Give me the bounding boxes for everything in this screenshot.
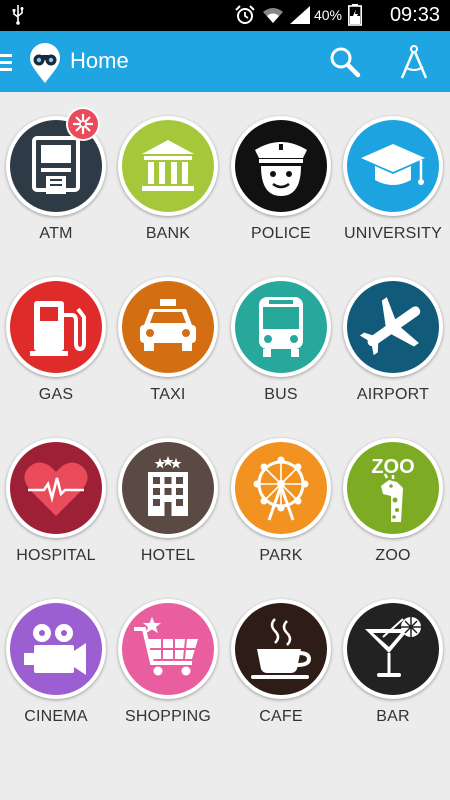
category-zoo[interactable]: ZOO ZOO — [337, 414, 449, 574]
category-label: HOTEL — [140, 547, 196, 564]
category-atm[interactable]: ATM — [0, 92, 112, 252]
category-taxi[interactable]: TAXI — [112, 253, 224, 413]
category-hospital[interactable]: HOSPITAL — [0, 414, 112, 574]
category-label: GAS — [38, 386, 74, 403]
gas-pump-icon — [30, 301, 86, 356]
category-label: ATM — [39, 225, 73, 242]
bus-icon — [259, 297, 303, 357]
ferris-wheel-icon — [253, 456, 309, 521]
category-label: BANK — [145, 225, 191, 242]
police-icon — [255, 142, 307, 196]
compass-icon[interactable] — [396, 43, 432, 81]
category-university[interactable]: UNIVERSITY — [337, 92, 449, 252]
battery-percent: 40% — [313, 7, 342, 23]
app-bar: Home — [0, 31, 450, 92]
category-label: HOSPITAL — [16, 547, 96, 564]
category-label: TAXI — [150, 386, 186, 403]
taxi-icon — [140, 299, 196, 351]
signal-icon — [289, 6, 310, 24]
cocktail-icon — [365, 617, 421, 677]
category-label: CAFE — [259, 708, 303, 725]
battery-icon — [348, 4, 362, 26]
category-label: UNIVERSITY — [343, 225, 442, 242]
graduation-cap-icon — [361, 144, 425, 185]
category-bar[interactable]: BAR — [337, 575, 449, 735]
hotel-icon — [148, 456, 188, 516]
search-icon[interactable] — [327, 44, 363, 80]
category-airport[interactable]: AIRPORT — [337, 253, 449, 413]
category-label: PARK — [259, 547, 303, 564]
category-label: SHOPPING — [124, 708, 212, 725]
star-burst-icon — [73, 114, 93, 134]
heart-pulse-icon — [24, 462, 88, 516]
movie-camera-icon — [24, 624, 86, 675]
bank-icon — [142, 140, 194, 191]
category-label: POLICE — [251, 225, 311, 242]
clock: 09:33 — [389, 4, 440, 26]
page-title: Home — [70, 48, 129, 73]
category-shopping[interactable]: SHOPPING — [112, 575, 224, 735]
giraffe-icon: ZOO — [371, 456, 415, 522]
category-cafe[interactable]: CAFE — [225, 575, 337, 735]
status-bar: 40% 09:33 — [0, 0, 450, 31]
category-label: CINEMA — [24, 708, 88, 725]
zoo-sign: ZOO — [371, 456, 414, 478]
category-gas[interactable]: GAS — [0, 253, 112, 413]
shopping-cart-icon — [134, 617, 198, 676]
binoculars-logo-icon[interactable] — [28, 43, 62, 83]
category-bank[interactable]: BANK — [112, 92, 224, 252]
alarm-icon — [235, 5, 255, 24]
category-police[interactable]: POLICE — [225, 92, 337, 252]
category-label: BAR — [376, 708, 410, 725]
category-label: BUS — [264, 386, 298, 403]
category-park[interactable]: PARK — [225, 414, 337, 574]
notification-badge — [66, 107, 100, 141]
airplane-icon — [359, 297, 421, 356]
category-hotel[interactable]: HOTEL — [112, 414, 224, 574]
coffee-cup-icon — [251, 618, 312, 679]
category-bus[interactable]: BUS — [225, 253, 337, 413]
category-label: ZOO — [375, 547, 411, 564]
usb-icon — [12, 5, 24, 25]
category-label: AIRPORT — [356, 386, 430, 403]
wifi-icon — [262, 8, 283, 23]
category-grid: ATM BANK POLICE UNIVERSITY GAS TAXI BUS … — [0, 92, 450, 800]
category-cinema[interactable]: CINEMA — [0, 575, 112, 735]
menu-icon[interactable] — [0, 51, 14, 73]
